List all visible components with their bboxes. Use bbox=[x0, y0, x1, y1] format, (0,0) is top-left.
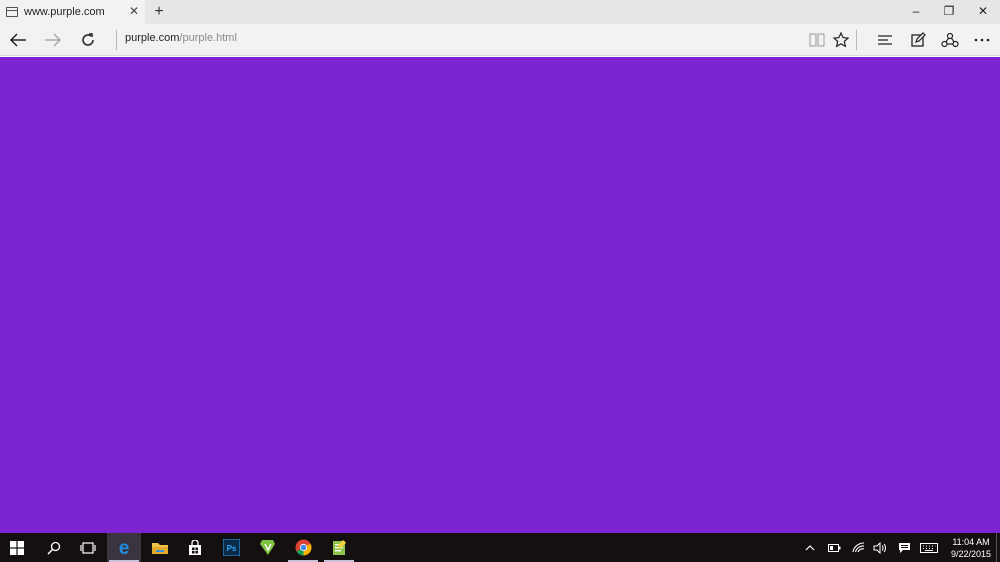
search-icon bbox=[47, 541, 61, 555]
action-center-button[interactable] bbox=[892, 533, 916, 562]
taskbar: e Ps 11:04 AM 9/22/2015 bbox=[0, 533, 1000, 562]
chrome-icon bbox=[295, 539, 311, 556]
windows-logo-icon bbox=[10, 540, 24, 555]
taskbar-store[interactable] bbox=[178, 533, 212, 562]
speaker-icon bbox=[873, 541, 886, 554]
start-button[interactable] bbox=[0, 533, 34, 562]
restore-button[interactable]: ❐ bbox=[932, 0, 966, 24]
hub-button[interactable] bbox=[870, 24, 900, 56]
svg-text:e: e bbox=[119, 539, 130, 557]
refresh-icon bbox=[82, 33, 94, 46]
wifi-icon bbox=[851, 542, 864, 553]
clock-date: 9/22/2015 bbox=[950, 549, 992, 559]
address-separator bbox=[116, 30, 117, 50]
navigation-bar: purple.com/purple.html bbox=[0, 24, 1000, 56]
address-host: purple.com bbox=[125, 32, 180, 44]
close-window-button[interactable]: ✕ bbox=[966, 0, 1000, 24]
search-button[interactable] bbox=[37, 533, 71, 562]
battery-icon bbox=[827, 543, 840, 552]
more-button[interactable] bbox=[967, 24, 997, 56]
refresh-button[interactable] bbox=[72, 24, 104, 56]
taskbar-file-explorer[interactable] bbox=[143, 533, 177, 562]
touch-keyboard-button[interactable] bbox=[917, 533, 941, 562]
new-tab-button[interactable]: + bbox=[150, 2, 168, 22]
system-clock[interactable]: 11:04 AM 9/22/2015 bbox=[946, 536, 996, 560]
taskbar-notepad-app[interactable] bbox=[322, 533, 356, 562]
favorite-star-icon bbox=[833, 32, 849, 48]
toolbar-separator bbox=[856, 30, 857, 50]
notepad-app-icon bbox=[332, 540, 346, 555]
taskbar-photoshop[interactable]: Ps bbox=[214, 533, 248, 562]
folder-icon bbox=[152, 542, 168, 554]
forward-arrow-icon bbox=[45, 33, 62, 47]
hub-icon bbox=[878, 35, 892, 45]
address-field[interactable]: purple.com/purple.html bbox=[125, 32, 237, 44]
share-icon bbox=[941, 32, 959, 48]
show-desktop-button[interactable] bbox=[996, 533, 997, 562]
address-path: /purple.html bbox=[179, 32, 237, 44]
taskbar-edge[interactable]: e bbox=[107, 533, 141, 562]
tab-close-button[interactable]: ✕ bbox=[129, 4, 139, 18]
share-button[interactable] bbox=[935, 24, 965, 56]
battery-status[interactable] bbox=[822, 533, 846, 562]
clock-time: 11:04 AM bbox=[952, 537, 990, 547]
task-view-icon bbox=[80, 541, 96, 554]
reading-view-icon bbox=[809, 33, 825, 47]
back-button[interactable] bbox=[2, 24, 34, 56]
store-bag-icon bbox=[189, 539, 201, 555]
favorite-button[interactable] bbox=[826, 24, 856, 56]
taskbar-chrome[interactable] bbox=[286, 533, 320, 562]
chevron-up-icon bbox=[805, 544, 815, 550]
show-hidden-icons-button[interactable] bbox=[798, 533, 822, 562]
browser-tab[interactable]: www.purple.com ✕ bbox=[0, 0, 145, 24]
svg-text:Ps: Ps bbox=[226, 544, 236, 553]
green-app-icon bbox=[259, 540, 275, 555]
task-view-button[interactable] bbox=[71, 533, 105, 562]
more-icon bbox=[974, 38, 990, 42]
minimize-button[interactable]: – bbox=[899, 0, 933, 24]
forward-button[interactable] bbox=[37, 24, 69, 56]
web-note-button[interactable] bbox=[903, 24, 933, 56]
volume-control[interactable] bbox=[868, 533, 892, 562]
edge-icon: e bbox=[119, 539, 130, 557]
network-status[interactable] bbox=[846, 533, 870, 562]
tab-strip: www.purple.com ✕ + – ❐ ✕ bbox=[0, 0, 1000, 24]
page-content bbox=[0, 57, 1000, 533]
tab-title: www.purple.com bbox=[24, 6, 105, 18]
notification-icon bbox=[898, 542, 910, 553]
back-arrow-icon bbox=[9, 33, 26, 47]
photoshop-icon: Ps bbox=[222, 539, 240, 556]
taskbar-green-app[interactable] bbox=[250, 533, 284, 562]
keyboard-icon bbox=[920, 542, 938, 553]
web-note-icon bbox=[911, 32, 926, 47]
page-icon bbox=[6, 7, 18, 17]
